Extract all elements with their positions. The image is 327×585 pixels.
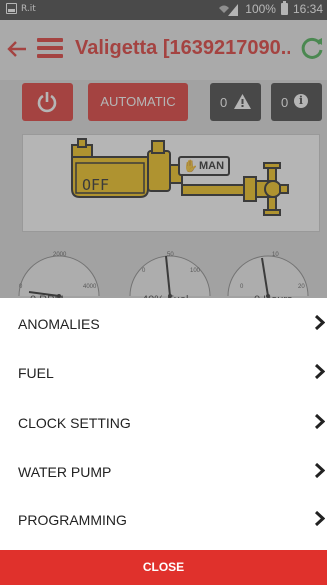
chevron-right-icon	[314, 511, 325, 526]
menu-item-clock-setting[interactable]: CLOCK SETTING	[0, 401, 327, 445]
menu-item-label: CLOCK SETTING	[18, 415, 131, 431]
chevron-right-icon	[314, 364, 325, 379]
chevron-right-icon	[314, 414, 325, 429]
menu-item-label: WATER PUMP	[18, 464, 112, 480]
menu-item-label: FUEL	[18, 365, 54, 381]
close-button[interactable]: CLOSE	[0, 550, 327, 585]
chevron-right-icon	[314, 463, 325, 478]
chevron-right-icon	[314, 315, 325, 330]
menu-item-anomalies[interactable]: ANOMALIES	[0, 302, 327, 346]
menu-item-programming[interactable]: PROGRAMMING	[0, 498, 327, 542]
menu-item-label: PROGRAMMING	[18, 512, 127, 528]
bottom-sheet-menu: ANOMALIES FUEL CLOCK SETTING WATER PUMP …	[0, 298, 327, 585]
menu-item-label: ANOMALIES	[18, 316, 100, 332]
menu-item-water-pump[interactable]: WATER PUMP	[0, 450, 327, 494]
menu-item-fuel[interactable]: FUEL	[0, 351, 327, 395]
